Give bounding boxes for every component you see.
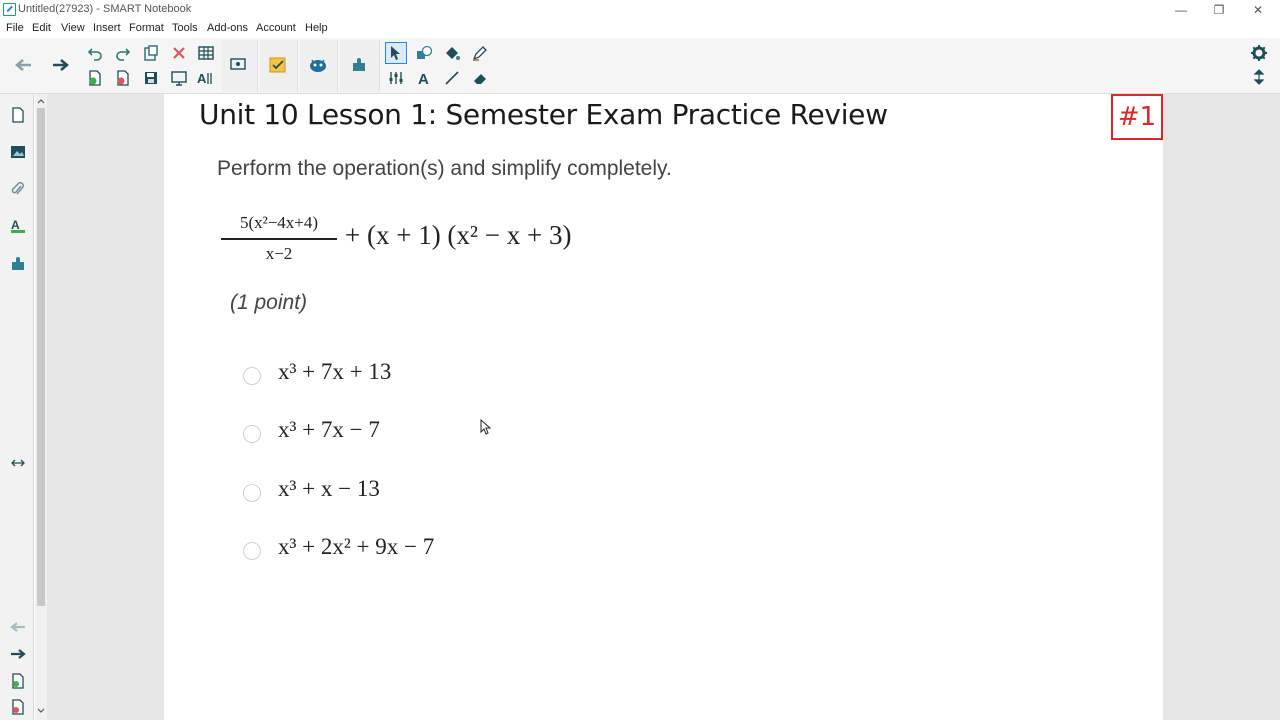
delete-page-icon[interactable] <box>6 696 30 718</box>
forward-icon[interactable] <box>6 643 30 665</box>
forward-icon[interactable] <box>50 54 72 76</box>
font-icon[interactable]: A <box>195 67 217 89</box>
radio-button[interactable] <box>243 425 261 443</box>
radio-button[interactable] <box>243 542 261 560</box>
page-title: Unit 10 Lesson 1: Semester Exam Practice… <box>199 98 888 131</box>
radio-button[interactable] <box>243 484 261 502</box>
select-icon[interactable] <box>385 42 407 64</box>
settings-icon[interactable] <box>1248 42 1270 64</box>
table-icon[interactable] <box>195 42 217 64</box>
back-icon[interactable] <box>6 616 30 638</box>
fraction: 5(x²−4x+4) x−2 <box>221 210 337 266</box>
menu-file[interactable]: File <box>6 22 24 34</box>
properties-icon[interactable] <box>385 67 407 89</box>
page-sorter-icon[interactable] <box>6 104 30 126</box>
menu-view[interactable]: View <box>61 22 85 34</box>
resize-icon[interactable] <box>6 452 30 474</box>
menu-tools[interactable]: Tools <box>172 22 198 34</box>
response-icon[interactable] <box>267 54 289 76</box>
side-tabs: A <box>0 94 34 720</box>
edit-group: A <box>82 40 218 92</box>
point-value: (1 point) <box>230 291 308 314</box>
tools-group: A <box>382 40 498 92</box>
addon-icon[interactable] <box>349 54 371 76</box>
fraction-denominator: x−2 <box>265 243 293 263</box>
answer-option-text: x³ + 7x − 7 <box>278 417 380 442</box>
minimize-button[interactable]: — <box>1166 2 1196 18</box>
shapes-icon[interactable] <box>413 42 435 64</box>
delete-icon[interactable] <box>168 42 190 64</box>
add-page-icon[interactable] <box>84 67 106 89</box>
pen-icon[interactable] <box>469 42 491 64</box>
capture-group <box>222 40 258 92</box>
response-group <box>260 40 298 92</box>
properties-icon[interactable]: A <box>6 215 30 237</box>
screen-shade-icon[interactable] <box>168 67 190 89</box>
scroll-thumb[interactable] <box>37 108 45 606</box>
notebook-page[interactable]: Unit 10 Lesson 1: Semester Exam Practice… <box>164 94 1163 720</box>
fraction-bar <box>221 238 337 240</box>
undo-icon[interactable] <box>84 42 106 64</box>
svg-text:A: A <box>418 71 429 86</box>
restore-button[interactable]: ❐ <box>1204 2 1234 18</box>
attachments-icon[interactable] <box>6 178 30 200</box>
menu-account[interactable]: Account <box>256 22 296 34</box>
eraser-icon[interactable] <box>469 67 491 89</box>
smart-notebook-app-icon <box>3 3 16 16</box>
activity-icon[interactable] <box>307 54 329 76</box>
activity-group <box>300 40 338 92</box>
addons-icon[interactable] <box>6 253 30 275</box>
text-icon[interactable]: A <box>413 67 435 89</box>
close-button[interactable]: ✕ <box>1243 2 1273 18</box>
menu-insert[interactable]: Insert <box>93 22 121 34</box>
gallery-icon[interactable] <box>6 141 30 163</box>
title-bar: Untitled(27923) - SMART Notebook — ❐ ✕ <box>0 0 1280 20</box>
scroll-down-icon[interactable] <box>37 708 45 714</box>
fill-icon[interactable] <box>441 42 463 64</box>
menu-edit[interactable]: Edit <box>32 22 51 34</box>
answer-option-text: x³ + 2x² + 9x − 7 <box>278 534 435 559</box>
answer-option-text: x³ + 7x + 13 <box>278 359 392 384</box>
radio-button[interactable] <box>243 367 261 385</box>
toolbar-position-icon[interactable] <box>1248 66 1270 88</box>
menu-help[interactable]: Help <box>305 22 328 34</box>
fraction-numerator: 5(x²−4x+4) <box>239 213 319 232</box>
expression-product: + (x + 1) (x² − x + 3) <box>345 220 572 250</box>
window-title: Untitled(27923) - SMART Notebook <box>18 3 192 15</box>
addon-group <box>340 40 380 92</box>
menu-bar: File Edit View Insert Format Tools Add-o… <box>0 20 1280 38</box>
svg-text:A: A <box>197 71 207 86</box>
menu-format[interactable]: Format <box>129 22 164 34</box>
svg-text:A: A <box>11 218 20 232</box>
paste-icon[interactable] <box>140 42 162 64</box>
question-number-badge: #1 <box>1111 94 1163 140</box>
line-icon[interactable] <box>441 67 463 89</box>
menu-addons[interactable]: Add-ons <box>207 22 248 34</box>
navigation-group <box>4 40 80 92</box>
add-page-icon[interactable] <box>6 670 30 692</box>
toolbar: A A <box>0 38 1280 94</box>
screen-capture-icon[interactable] <box>228 54 250 76</box>
back-icon[interactable] <box>12 54 34 76</box>
redo-icon[interactable] <box>112 42 134 64</box>
save-icon[interactable] <box>140 67 162 89</box>
answer-option-text: x³ + x − 13 <box>278 476 380 501</box>
delete-page-icon[interactable] <box>112 67 134 89</box>
question-instruction: Perform the operation(s) and simplify co… <box>217 157 672 180</box>
scroll-up-icon[interactable] <box>37 98 45 104</box>
